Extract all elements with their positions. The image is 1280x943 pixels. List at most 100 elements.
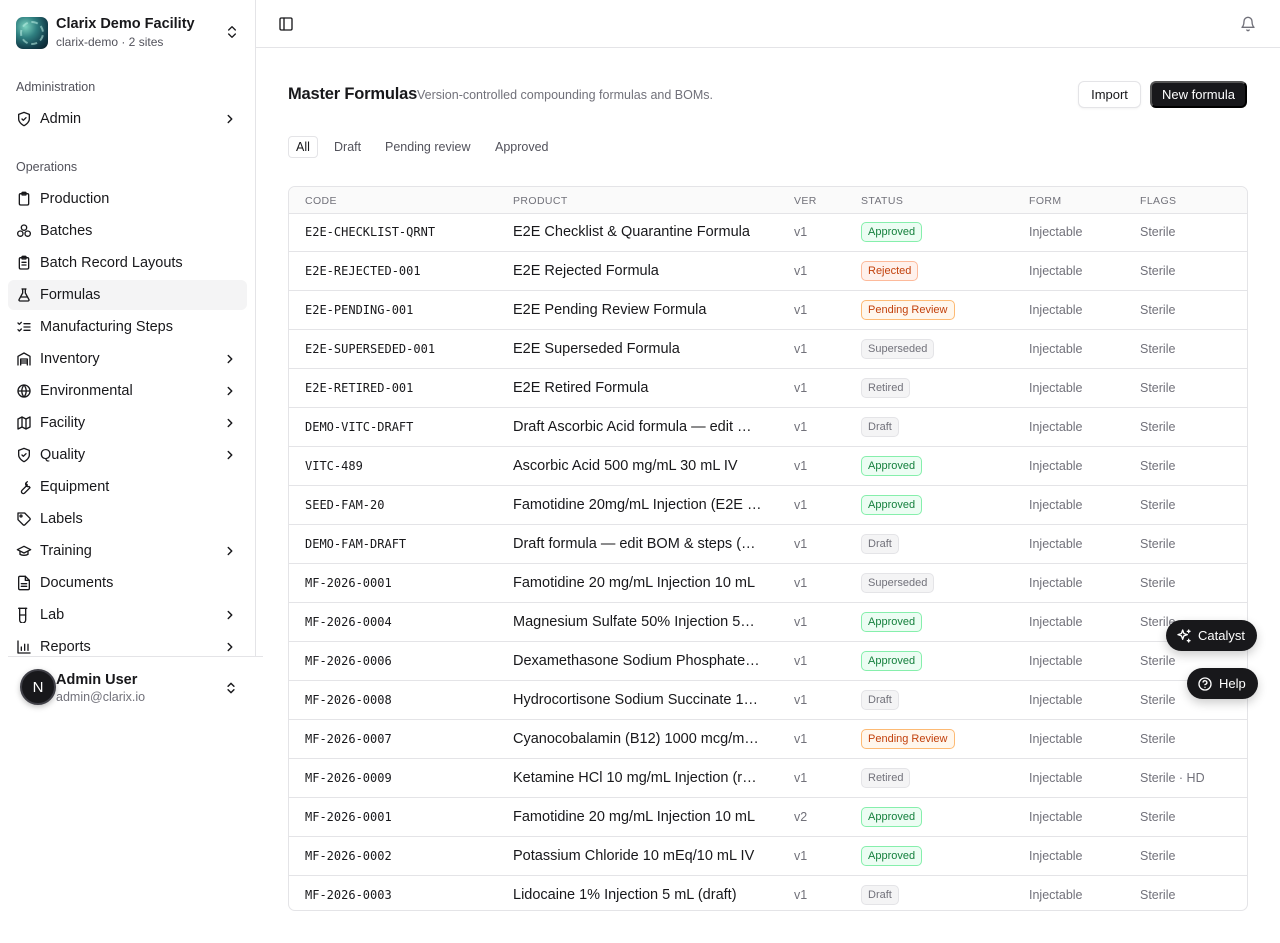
- page-title: Master Formulas: [288, 85, 418, 103]
- cell-status: Draft: [861, 525, 1011, 563]
- sidebar-item-batch-record-layouts[interactable]: Batch Record Layouts: [8, 248, 247, 278]
- cell-flags: Sterile: [1140, 303, 1176, 317]
- chevrons-up-down-icon[interactable]: [224, 24, 240, 40]
- top-bar: [256, 0, 1280, 48]
- table-row[interactable]: DEMO-FAM-DRAFT Draft formula — edit BOM &…: [289, 525, 1247, 564]
- cell-status: Approved: [861, 486, 1011, 524]
- column-header-product[interactable]: PRODUCT: [513, 195, 568, 207]
- cell-product[interactable]: Famotidine 20mg/mL Injection (E2E …: [513, 486, 763, 524]
- help-button[interactable]: Help: [1187, 668, 1258, 699]
- table-row[interactable]: E2E-CHECKLIST-QRNT E2E Checklist & Quaran…: [289, 213, 1247, 252]
- avatar: N: [20, 669, 56, 705]
- sidebar-item-documents[interactable]: Documents: [8, 568, 247, 598]
- import-button[interactable]: Import: [1078, 81, 1141, 108]
- status-badge: Draft: [861, 533, 899, 555]
- cell-status: Approved: [861, 447, 1011, 485]
- column-header-code[interactable]: CODE: [305, 195, 337, 207]
- sidebar-item-formulas[interactable]: Formulas: [8, 280, 247, 310]
- sidebar-item-label: Quality: [40, 447, 86, 463]
- sidebar-item-label: Batches: [40, 223, 93, 239]
- column-header-form[interactable]: FORM: [1029, 195, 1062, 207]
- column-header-status[interactable]: STATUS: [861, 195, 903, 207]
- cell-product[interactable]: Magnesium Sulfate 50% Injection 5…: [513, 603, 763, 641]
- table-row[interactable]: MF-2026-0009 Ketamine HCl 10 mg/mL Inject…: [289, 759, 1247, 798]
- table-row[interactable]: E2E-PENDING-001 E2E Pending Review Formul…: [289, 291, 1247, 330]
- sidebar-item-manufacturing-steps[interactable]: Manufacturing Steps: [8, 312, 247, 342]
- cell-product[interactable]: Draft formula — edit BOM & steps (…: [513, 525, 763, 563]
- cell-product[interactable]: E2E Pending Review Formula: [513, 291, 763, 329]
- sidebar-item-inventory[interactable]: Inventory: [8, 344, 247, 374]
- table-row[interactable]: MF-2026-0001 Famotidine 20 mg/mL Injectio…: [289, 564, 1247, 603]
- cell-product[interactable]: Hydrocortisone Sodium Succinate 1…: [513, 681, 763, 719]
- table-row[interactable]: VITC-489 Ascorbic Acid 500 mg/mL 30 mL IV…: [289, 447, 1247, 486]
- table-row[interactable]: MF-2026-0008 Hydrocortisone Sodium Succin…: [289, 681, 1247, 720]
- cell-code: MF-2026-0001: [305, 576, 392, 590]
- table-row[interactable]: E2E-RETIRED-001 E2E Retired Formula v1 Reti…: [289, 369, 1247, 408]
- cell-flags: Sterile: [1140, 264, 1176, 278]
- cell-version: v1: [794, 342, 808, 356]
- tab-approved[interactable]: Approved: [488, 136, 556, 158]
- wrench-icon: [20, 481, 31, 495]
- tab-draft[interactable]: Draft: [327, 136, 368, 158]
- sidebar-item-label: Training: [40, 543, 92, 559]
- cell-flags: Sterile · HD: [1140, 771, 1205, 785]
- catalyst-button[interactable]: Catalyst: [1166, 620, 1257, 651]
- cell-code: DEMO-FAM-DRAFT: [305, 537, 407, 551]
- table-row[interactable]: MF-2026-0003 Lidocaine 1% Injection 5 mL …: [289, 876, 1247, 910]
- table-row[interactable]: MF-2026-0007 Cyanocobalamin (B12) 1000 mc…: [289, 720, 1247, 759]
- cell-product[interactable]: Famotidine 20 mg/mL Injection 10 mL: [513, 798, 763, 836]
- sidebar-item-training[interactable]: Training: [8, 536, 247, 566]
- cell-product[interactable]: Dexamethasone Sodium Phosphate…: [513, 642, 763, 680]
- sidebar-item-labels[interactable]: Labels: [8, 504, 247, 534]
- cell-product[interactable]: Potassium Chloride 10 mEq/10 mL IV: [513, 837, 763, 875]
- cell-status: Pending Review: [861, 720, 1011, 758]
- table-row[interactable]: MF-2026-0001 Famotidine 20 mg/mL Injectio…: [289, 798, 1247, 837]
- status-badge: Draft: [861, 884, 899, 906]
- cell-status: Superseded: [861, 330, 1011, 368]
- table-row[interactable]: E2E-REJECTED-001 E2E Rejected Formula v1 Re…: [289, 252, 1247, 291]
- cell-form: Injectable: [1029, 381, 1083, 395]
- sidebar-toggle-icon[interactable]: [278, 16, 294, 32]
- chevrons-up-down-icon[interactable]: [224, 681, 238, 695]
- sidebar-item-equipment[interactable]: Equipment: [8, 472, 247, 502]
- table-row[interactable]: DEMO-VITC-DRAFT Draft Ascorbic Acid formu…: [289, 408, 1247, 447]
- sidebar-item-production[interactable]: Production: [8, 184, 247, 214]
- cell-product[interactable]: E2E Checklist & Quarantine Formula: [513, 213, 763, 251]
- sidebar-item-environmental[interactable]: Environmental: [8, 376, 247, 406]
- table-row[interactable]: MF-2026-0002 Potassium Chloride 10 mEq/10…: [289, 837, 1247, 876]
- tab-pending-review[interactable]: Pending review: [378, 136, 477, 158]
- cell-product[interactable]: E2E Retired Formula: [513, 369, 763, 407]
- tab-all[interactable]: All: [288, 136, 318, 158]
- user-name: Admin User: [56, 672, 138, 688]
- sidebar-item-admin[interactable]: Admin: [8, 104, 247, 134]
- sidebar-item-quality[interactable]: Quality: [8, 440, 247, 470]
- sidebar-item-batches[interactable]: Batches: [8, 216, 247, 246]
- user-menu[interactable]: N Admin User admin@clarix.io: [8, 656, 263, 720]
- bell-icon[interactable]: [1240, 16, 1256, 32]
- cell-product[interactable]: Famotidine 20 mg/mL Injection 10 mL: [513, 564, 763, 602]
- column-header-flags[interactable]: FLAGS: [1140, 195, 1176, 207]
- cell-product[interactable]: Ascorbic Acid 500 mg/mL 30 mL IV: [513, 447, 763, 485]
- cell-code: MF-2026-0006: [305, 654, 392, 668]
- cell-status: Superseded: [861, 564, 1011, 602]
- sidebar-item-label: Documents: [40, 575, 114, 591]
- cell-version: v1: [794, 498, 808, 512]
- cell-version: v1: [794, 732, 808, 746]
- table-row[interactable]: SEED-FAM-20 Famotidine 20mg/mL Injection …: [289, 486, 1247, 525]
- table-row[interactable]: MF-2026-0004 Magnesium Sulfate 50% Inject…: [289, 603, 1247, 642]
- shield-check-icon: [18, 447, 30, 463]
- cell-product[interactable]: Ketamine HCl 10 mg/mL Injection (r…: [513, 759, 763, 797]
- user-email: admin@clarix.io: [56, 690, 146, 704]
- org-switcher[interactable]: Clarix Demo Facility clarix-demo · 2 sit…: [16, 16, 240, 49]
- cell-product[interactable]: Draft Ascorbic Acid formula — edit …: [513, 408, 763, 446]
- new-formula-button[interactable]: New formula: [1150, 81, 1247, 108]
- sidebar-item-lab[interactable]: Lab: [8, 600, 247, 630]
- sidebar-item-facility[interactable]: Facility: [8, 408, 247, 438]
- cell-product[interactable]: Cyanocobalamin (B12) 1000 mcg/m…: [513, 720, 763, 758]
- cell-product[interactable]: E2E Superseded Formula: [513, 330, 763, 368]
- cell-product[interactable]: E2E Rejected Formula: [513, 252, 763, 290]
- table-row[interactable]: MF-2026-0006 Dexamethasone Sodium Phospha…: [289, 642, 1247, 681]
- table-row[interactable]: E2E-SUPERSEDED-001 E2E Superseded Formula…: [289, 330, 1247, 369]
- column-header-ver[interactable]: VER: [794, 195, 817, 207]
- cell-product[interactable]: Lidocaine 1% Injection 5 mL (draft): [513, 876, 763, 910]
